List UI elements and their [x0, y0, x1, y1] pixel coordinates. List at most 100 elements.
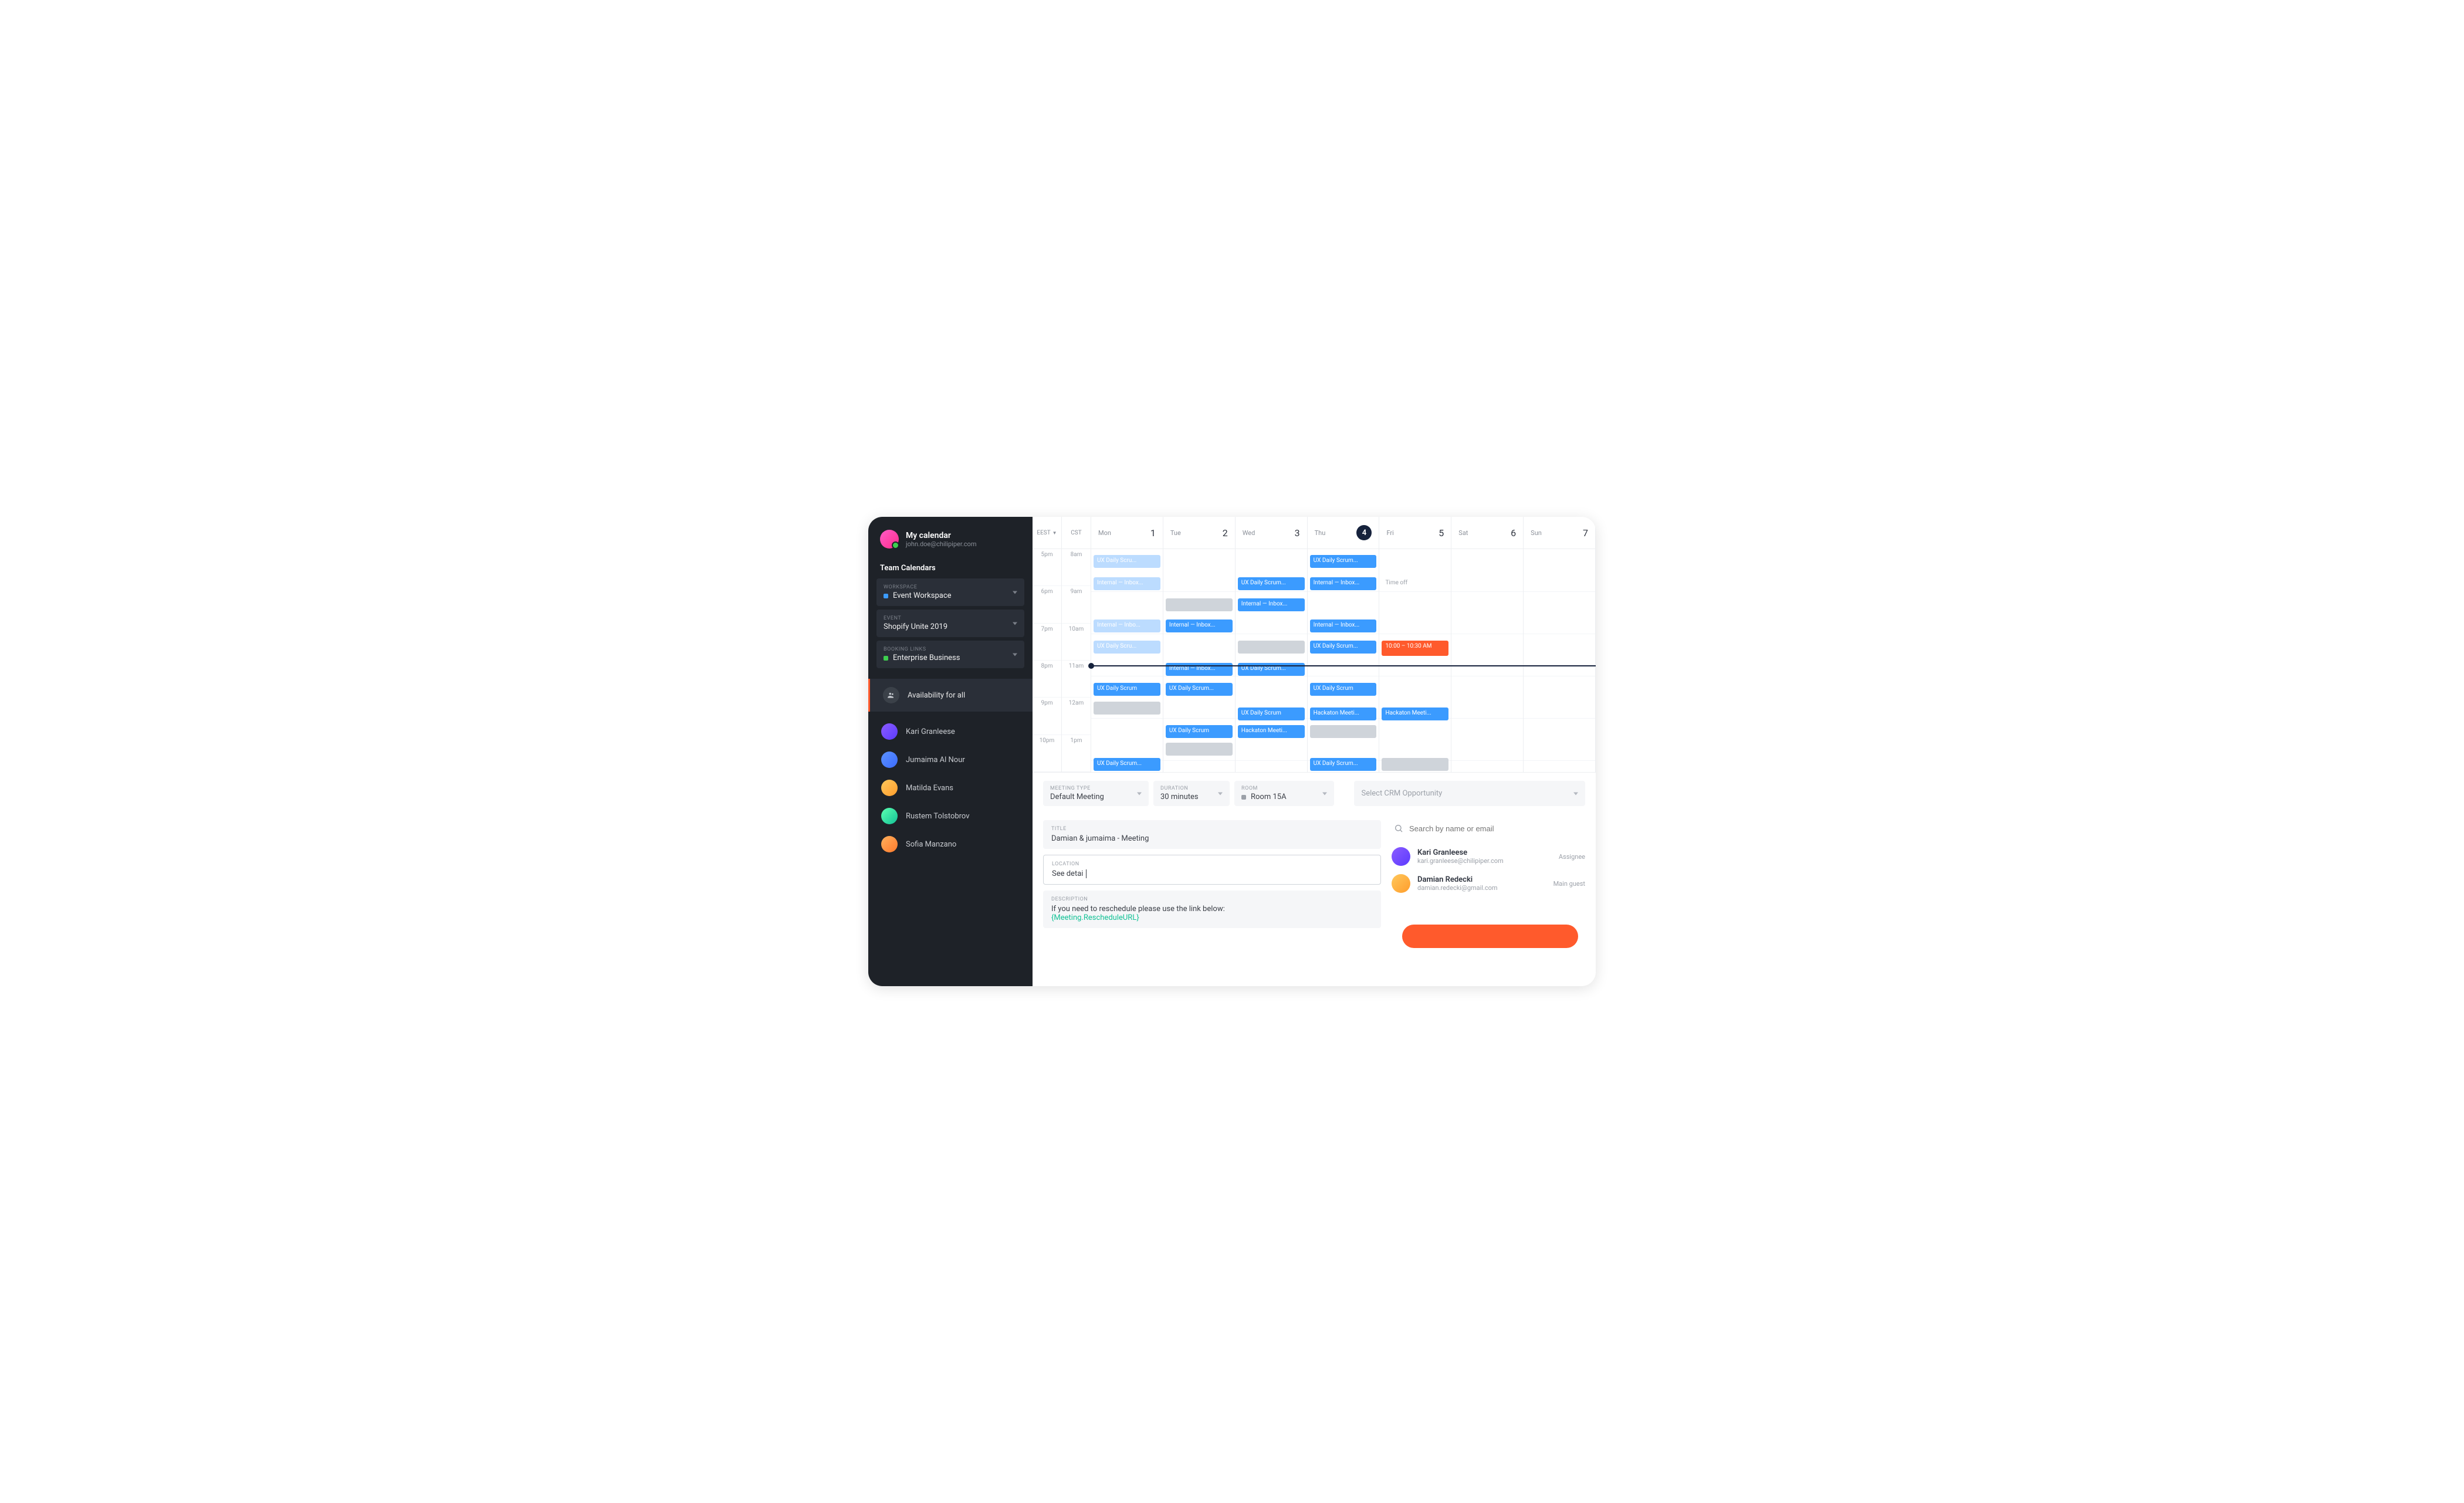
avatar [881, 808, 898, 824]
sidebar-selector-0[interactable]: WORKSPACE Event Workspace [876, 578, 1024, 606]
calendar-event[interactable]: Internal — Inbox... [1094, 577, 1160, 590]
calendar-grid[interactable]: 5pm6pm7pm8pm9pm10pm 8am9am10am11am12am1p… [1033, 549, 1596, 772]
attendee-search[interactable] [1392, 820, 1585, 837]
calendar-event[interactable]: 10:00 – 10:30 AM [1382, 641, 1448, 656]
attendee-search-input[interactable] [1409, 824, 1583, 833]
availability-for-all[interactable]: Availability for all [868, 679, 1033, 712]
day-header[interactable]: Thu4 [1308, 517, 1380, 549]
people-icon [883, 687, 899, 703]
person-name: Matilda Evans [906, 784, 953, 793]
avatar [881, 836, 898, 852]
title-field[interactable]: TITLE Damian & jumaima - Meeting [1043, 820, 1381, 849]
calendar-event[interactable]: UX Daily Scru... [1094, 641, 1160, 654]
calendar-event[interactable]: UX Daily Scrum... [1094, 758, 1160, 771]
attendee-role: Assignee [1559, 853, 1585, 861]
availability-label: Availability for all [908, 691, 965, 700]
person-name: Jumaima Al Nour [906, 756, 965, 764]
calendar-event[interactable]: Time off [1382, 577, 1448, 590]
calendar-event[interactable] [1238, 641, 1305, 654]
book-meeting-button[interactable] [1402, 925, 1578, 948]
day-column[interactable]: Internal — Inbox...Internal — Inbox...UX… [1163, 549, 1236, 772]
calendar-event[interactable]: Internal — Inbox... [1310, 620, 1377, 632]
calendar-event[interactable]: UX Daily Scrum [1310, 683, 1377, 696]
meeting-type-select[interactable]: MEETING TYPE Default Meeting [1043, 781, 1149, 806]
person-row[interactable]: Sofia Manzano [868, 830, 1033, 858]
attendee-email: kari.granleese@chilipiper.com [1417, 857, 1504, 865]
person-name: Rustem Tolstobrov [906, 812, 970, 821]
chevron-down-icon [1573, 792, 1578, 795]
day-header[interactable]: Wed3 [1236, 517, 1308, 549]
duration-select[interactable]: DURATION 30 minutes [1153, 781, 1230, 806]
user-email: john.doe@chilipiper.com [906, 540, 976, 548]
calendar-event[interactable]: Hackaton Meeti... [1382, 708, 1448, 720]
day-column[interactable] [1524, 549, 1596, 772]
calendar-event[interactable]: UX Daily Scrum... [1166, 683, 1233, 696]
day-number: 4 [1356, 525, 1372, 540]
chevron-down-icon [1013, 622, 1017, 625]
sidebar-selector-1[interactable]: EVENT Shopify Unite 2019 [876, 610, 1024, 637]
avatar [881, 752, 898, 768]
day-column[interactable]: Time off 10:00 – 10:30 AM Hackaton Meeti..… [1379, 549, 1451, 772]
day-column[interactable]: UX Daily Scrum... Internal — Inbox... Inte… [1308, 549, 1380, 772]
my-calendar-title: My calendar [906, 531, 976, 540]
current-time-dot [1088, 663, 1094, 669]
calendar-event[interactable] [1166, 598, 1233, 611]
timezone-2: CST [1062, 517, 1091, 549]
attendee-role: Main guest [1553, 880, 1585, 888]
calendar-event[interactable]: UX Daily Scrum [1166, 725, 1233, 738]
calendar-event[interactable] [1382, 758, 1448, 771]
calendar-event[interactable]: Hackaton Meeti... [1310, 708, 1377, 720]
calendar-event[interactable]: UX Daily Scru... [1094, 555, 1160, 568]
attendee-row[interactable]: Damian Redeckidamian.redecki@gmail.com M… [1392, 874, 1585, 893]
reschedule-token: {Meeting.RescheduleURL} [1051, 913, 1139, 922]
calendar-event[interactable]: UX Daily Scrum... [1238, 577, 1305, 590]
attendee-name: Damian Redecki [1417, 875, 1498, 884]
calendar-event[interactable]: Internal — Inbox... [1238, 598, 1305, 611]
sidebar-selector-2[interactable]: BOOKING LINKS Enterprise Business [876, 641, 1024, 668]
day-column[interactable] [1451, 549, 1524, 772]
location-field[interactable]: LOCATION See detai [1043, 855, 1381, 885]
calendar-event[interactable]: UX Daily Scrum... [1310, 758, 1377, 771]
day-header[interactable]: Tue2 [1163, 517, 1236, 549]
calendar-event[interactable] [1094, 702, 1160, 715]
person-row[interactable]: Rustem Tolstobrov [868, 802, 1033, 830]
calendar-event[interactable]: UX Daily Scrum... [1310, 641, 1377, 654]
attendee-name: Kari Granleese [1417, 848, 1504, 857]
calendar-event[interactable]: UX Daily Scrum [1094, 683, 1160, 696]
calendar-event[interactable]: Internal — Inbox... [1310, 577, 1377, 590]
day-column[interactable]: UX Daily Scrum... Internal — Inbox... UX D… [1236, 549, 1308, 772]
person-row[interactable]: Kari Granleese [868, 717, 1033, 746]
crm-opportunity-select[interactable]: Select CRM Opportunity [1354, 781, 1585, 806]
day-number: 3 [1295, 527, 1300, 539]
day-number: 5 [1439, 527, 1444, 539]
description-field[interactable]: DESCRIPTION If you need to reschedule pl… [1043, 891, 1381, 928]
calendar-event[interactable]: UX Daily Scrum... [1310, 555, 1377, 568]
day-header[interactable]: Sun7 [1524, 517, 1596, 549]
person-row[interactable]: Jumaima Al Nour [868, 746, 1033, 774]
calendar-event[interactable]: Internal — Inbox... [1166, 620, 1233, 632]
attendee-row[interactable]: Kari Granleesekari.granleese@chilipiper.… [1392, 847, 1585, 866]
current-time-indicator [1091, 665, 1596, 666]
main-panel: EEST▼ CST Mon1Tue2Wed3Thu4Fri5Sat6Sun7 5… [1033, 517, 1596, 986]
calendar-event[interactable]: Hackaton Meeti... [1238, 725, 1305, 738]
profile-header[interactable]: My calendar john.doe@chilipiper.com [868, 530, 1033, 559]
time-column-right: 8am9am10am11am12am1pm [1062, 549, 1091, 772]
day-column[interactable]: UX Daily Scru... Internal — Inbox... Inter… [1091, 549, 1163, 772]
room-select[interactable]: ROOM Room 15A [1234, 781, 1334, 806]
team-calendars-label: Team Calendars [868, 559, 1033, 578]
person-row[interactable]: Matilda Evans [868, 774, 1033, 802]
day-header[interactable]: Mon1 [1091, 517, 1163, 549]
timezone-1[interactable]: EEST▼ [1033, 517, 1062, 549]
day-header[interactable]: Sat6 [1451, 517, 1524, 549]
avatar [881, 780, 898, 796]
calendar-event[interactable]: Internal — Inbo... [1094, 620, 1160, 632]
chevron-down-icon [1013, 653, 1017, 656]
calendar-event[interactable]: UX Daily Scrum [1238, 708, 1305, 720]
avatar [880, 530, 899, 549]
booking-bar: MEETING TYPE Default Meeting DURATION 30… [1033, 772, 1596, 814]
day-header[interactable]: Fri5 [1379, 517, 1451, 549]
calendar-event[interactable] [1166, 743, 1233, 756]
calendar-event[interactable] [1310, 725, 1377, 738]
room-dot [1241, 795, 1246, 800]
color-dot [884, 594, 888, 598]
